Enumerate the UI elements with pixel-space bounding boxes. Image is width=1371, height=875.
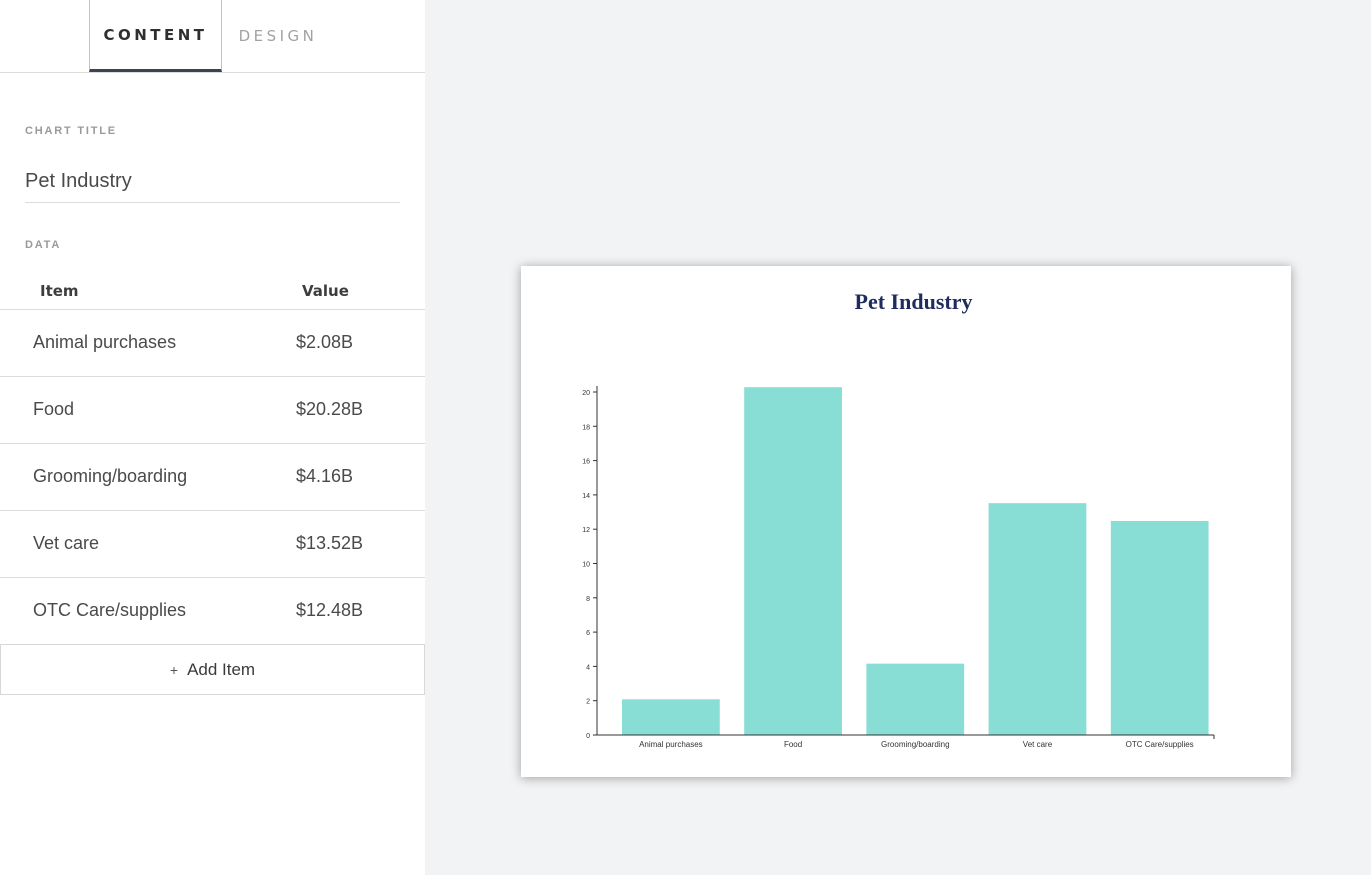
row-item[interactable]: Food <box>33 399 74 420</box>
y-tick-label: 14 <box>582 493 590 500</box>
row-item[interactable]: Vet care <box>33 533 99 554</box>
plus-icon: + <box>169 661 179 678</box>
x-tick-label: OTC Care/supplies <box>1126 740 1194 749</box>
row-item[interactable]: Grooming/boarding <box>33 466 187 487</box>
data-label: DATA <box>25 239 62 251</box>
y-tick-label: 6 <box>586 630 590 637</box>
bar <box>744 387 842 735</box>
table-row[interactable]: OTC Care/supplies $12.48B <box>0 578 425 645</box>
bar <box>1110 520 1209 735</box>
add-item-label: Add Item <box>187 659 256 679</box>
table-row[interactable]: Vet care $13.52B <box>0 511 425 578</box>
row-value[interactable]: $20.28B <box>296 399 363 420</box>
y-tick-label: 18 <box>582 424 590 431</box>
row-item[interactable]: Animal purchases <box>33 332 176 353</box>
editor-panel: CONTENT DESIGN CHART TITLE DATA Item Val… <box>0 0 425 875</box>
y-tick-label: 10 <box>582 562 590 569</box>
table-row[interactable]: Grooming/boarding $4.16B <box>0 444 425 511</box>
bar <box>988 503 1087 735</box>
tab-design[interactable]: DESIGN <box>232 0 324 72</box>
y-tick-label: 20 <box>582 390 590 397</box>
x-tick-label: Food <box>784 740 802 749</box>
bar <box>622 699 720 735</box>
y-tick-label: 2 <box>586 699 590 706</box>
table-row[interactable]: Food $20.28B <box>0 377 425 444</box>
column-header-item: Item <box>40 282 79 300</box>
row-value[interactable]: $2.08B <box>296 332 353 353</box>
tab-content[interactable]: CONTENT <box>89 0 222 72</box>
bar-chart: Pet Industry Animal purchases Food Grooming… <box>582 289 1215 749</box>
chart-preview-card: Pet Industry Animal purchases Food Grooming… <box>521 266 1291 777</box>
column-header-value: Value <box>302 282 349 300</box>
x-tick-label: Grooming/boarding <box>881 740 949 749</box>
table-row[interactable]: Animal purchases $2.08B <box>0 310 425 377</box>
y-tick-label: 4 <box>586 664 590 671</box>
y-tick-label: 0 <box>586 733 590 740</box>
row-value[interactable]: $13.52B <box>296 533 363 554</box>
x-tick-label: Animal purchases <box>639 740 703 749</box>
y-tick-label: 12 <box>582 527 590 534</box>
bar <box>866 663 965 735</box>
row-value[interactable]: $4.16B <box>296 466 353 487</box>
row-item[interactable]: OTC Care/supplies <box>33 600 186 621</box>
chart-title-label: CHART TITLE <box>25 125 117 137</box>
x-tick-label: Vet care <box>1023 740 1053 749</box>
chart-title-input[interactable] <box>25 160 400 203</box>
y-tick-label: 16 <box>582 459 590 466</box>
chart-title: Pet Industry <box>855 289 973 314</box>
add-item-button[interactable]: + Add Item <box>0 644 425 695</box>
tab-bar: CONTENT DESIGN <box>0 0 425 73</box>
row-value[interactable]: $12.48B <box>296 600 363 621</box>
y-tick-label: 8 <box>586 596 590 603</box>
